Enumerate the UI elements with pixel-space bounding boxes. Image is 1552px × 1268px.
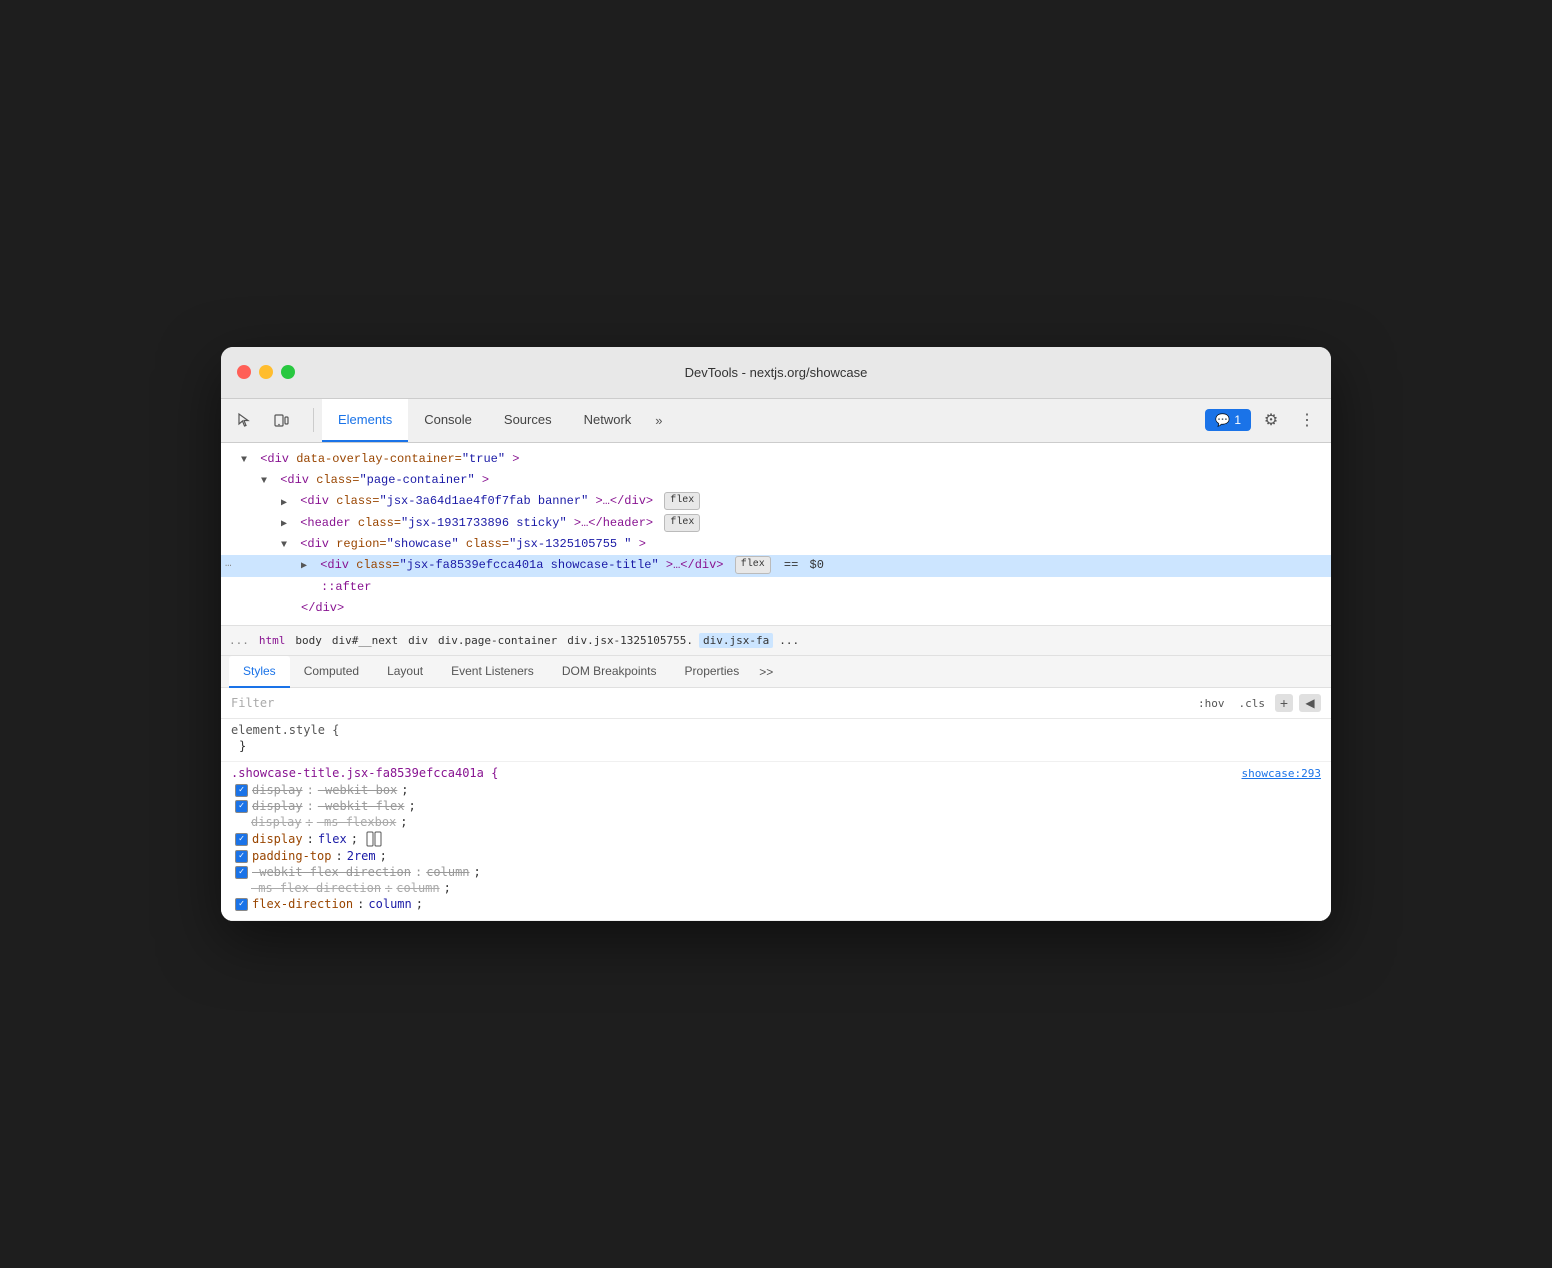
css-rule: display : -ms-flexbox ;: [231, 814, 1321, 830]
traffic-lights: [237, 365, 295, 379]
toggle-sidebar-button[interactable]: ◀: [1299, 694, 1321, 712]
subtab-styles[interactable]: Styles: [229, 656, 290, 688]
styles-panel: Styles Computed Layout Event Listeners D…: [221, 656, 1331, 921]
flex-badge: flex: [735, 556, 771, 574]
breadcrumb-item-html[interactable]: html: [255, 633, 290, 648]
dots-indicator: …: [225, 556, 232, 574]
css-rule: display : -webkit-box ;: [231, 782, 1321, 798]
window-title: DevTools - nextjs.org/showcase: [685, 365, 868, 380]
nav-separator: [313, 408, 314, 432]
add-style-button[interactable]: +: [1275, 694, 1293, 712]
css-section-element-style: element.style { }: [221, 719, 1331, 762]
dom-line: ::after: [221, 577, 1331, 598]
device-icon[interactable]: [265, 404, 297, 436]
filter-actions: :hov .cls + ◀: [1194, 694, 1321, 712]
css-rule: flex-direction : column ;: [231, 896, 1321, 912]
flex-badge: flex: [664, 514, 700, 532]
nav-icon-group: [229, 404, 297, 436]
breadcrumb-item-div[interactable]: div: [404, 633, 432, 648]
css-rule-checkbox[interactable]: [235, 866, 248, 879]
cls-filter-button[interactable]: .cls: [1235, 695, 1270, 712]
subtab-more[interactable]: >>: [753, 657, 779, 687]
nav-right: 💬 1 ⚙ ⋮: [1205, 404, 1323, 436]
subtab-layout[interactable]: Layout: [373, 656, 437, 688]
badge-icon: 💬: [1215, 413, 1230, 427]
dom-line: ▼ <div region="showcase" class="jsx-1325…: [221, 534, 1331, 555]
dom-line: ▶ <header class="jsx-1931733896 sticky" …: [221, 513, 1331, 534]
css-selector-line: .showcase-title.jsx-fa8539efcca401a { sh…: [231, 766, 1321, 780]
dom-line-selected[interactable]: … ▶ <div class="jsx-fa8539efcca401a show…: [221, 555, 1331, 576]
filter-input[interactable]: [231, 696, 1186, 710]
css-rule-checkbox[interactable]: [235, 850, 248, 863]
css-rule-checkbox[interactable]: [235, 833, 248, 846]
breadcrumb-item-jsx-fa[interactable]: div.jsx-fa: [699, 633, 773, 648]
css-rule-checkbox[interactable]: [235, 800, 248, 813]
css-rule: padding-top : 2rem ;: [231, 848, 1321, 864]
tab-sources[interactable]: Sources: [488, 398, 568, 442]
nav-more[interactable]: »: [647, 398, 670, 442]
breadcrumb-item-jsx-1325[interactable]: div.jsx-1325105755.: [563, 633, 697, 648]
maximize-button[interactable]: [281, 365, 295, 379]
breadcrumb-item-next[interactable]: div#__next: [328, 633, 402, 648]
dom-line: ▶ <div class="jsx-3a64d1ae4f0f7fab banne…: [221, 491, 1331, 512]
devtools-body: ▼ <div data-overlay-container="true" > ▼…: [221, 443, 1331, 921]
tab-elements[interactable]: Elements: [322, 398, 408, 442]
minimize-button[interactable]: [259, 365, 273, 379]
css-selector: element.style {: [231, 723, 339, 737]
css-rule-checkbox[interactable]: [235, 898, 248, 911]
hov-filter-button[interactable]: :hov: [1194, 695, 1229, 712]
css-rule-checkbox[interactable]: [235, 784, 248, 797]
breadcrumb-dots: ...: [229, 634, 249, 647]
breadcrumb-item-page-container[interactable]: div.page-container: [434, 633, 561, 648]
settings-icon-button[interactable]: ⚙: [1255, 404, 1287, 436]
flex-badge: flex: [664, 492, 700, 510]
css-rule: -ms-flex-direction : column ;: [231, 880, 1321, 896]
dom-line: ▼ <div data-overlay-container="true" >: [221, 449, 1331, 470]
subtab-bar: Styles Computed Layout Event Listeners D…: [221, 656, 1331, 688]
devtools-nav: Elements Console Sources Network » 💬 1 ⚙…: [221, 399, 1331, 443]
subtab-dom-breakpoints[interactable]: DOM Breakpoints: [548, 656, 671, 688]
subtab-computed[interactable]: Computed: [290, 656, 373, 688]
tab-console[interactable]: Console: [408, 398, 488, 442]
elements-panel: ▼ <div data-overlay-container="true" > ▼…: [221, 443, 1331, 626]
dom-line: ▼ <div class="page-container" >: [221, 470, 1331, 491]
subtab-event-listeners[interactable]: Event Listeners: [437, 656, 548, 688]
css-rule: -webkit-flex-direction : column ;: [231, 864, 1321, 880]
css-section-showcase-title: .showcase-title.jsx-fa8539efcca401a { sh…: [221, 762, 1331, 921]
subtab-properties[interactable]: Properties: [671, 656, 754, 688]
badge-count: 1: [1234, 413, 1241, 427]
close-button[interactable]: [237, 365, 251, 379]
menu-icon-button[interactable]: ⋮: [1291, 404, 1323, 436]
css-source-link[interactable]: showcase:293: [1242, 767, 1321, 780]
feedback-badge-button[interactable]: 💬 1: [1205, 409, 1251, 431]
cursor-icon[interactable]: [229, 404, 261, 436]
tab-network[interactable]: Network: [568, 398, 648, 442]
css-selector-line: element.style {: [231, 723, 1321, 737]
flex-layout-icon[interactable]: [366, 831, 382, 847]
dom-line: </div>: [221, 598, 1331, 619]
css-selector: .showcase-title.jsx-fa8539efcca401a {: [231, 766, 498, 780]
filter-bar: :hov .cls + ◀: [221, 688, 1331, 719]
title-bar: DevTools - nextjs.org/showcase: [221, 347, 1331, 399]
devtools-window: DevTools - nextjs.org/showcase Elements …: [221, 347, 1331, 921]
css-rule: display : -webkit-flex ;: [231, 798, 1321, 814]
breadcrumb-item-body[interactable]: body: [291, 633, 326, 648]
breadcrumb-bar: ... html body div#__next div div.page-co…: [221, 626, 1331, 656]
breadcrumb-more[interactable]: ...: [775, 633, 803, 648]
css-rule: display : flex ;: [231, 830, 1321, 848]
